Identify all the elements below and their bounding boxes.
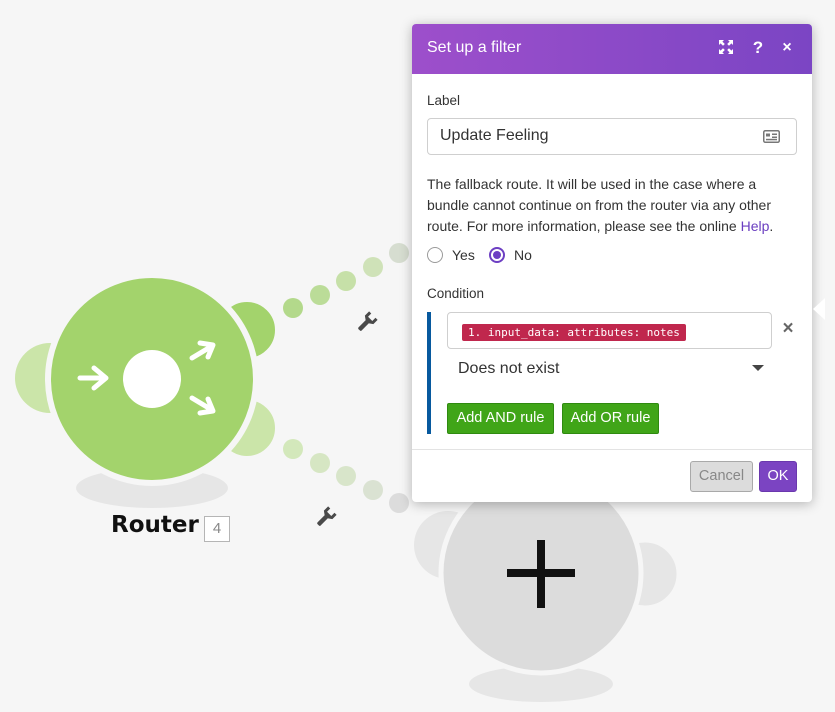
- condition-group-bar: [427, 312, 431, 434]
- route-upper: [283, 243, 409, 318]
- chevron-down-icon: [752, 365, 764, 371]
- route-dot: [336, 271, 356, 291]
- help-link[interactable]: Help: [741, 218, 770, 234]
- condition-operand-field[interactable]: 1. input_data: attributes: notes: [447, 312, 772, 349]
- filter-dialog: Set up a filter ? × Label The fallback r…: [412, 24, 825, 502]
- condition-label: Condition: [427, 286, 485, 301]
- wrench-icon[interactable]: [355, 311, 378, 334]
- route-dot: [310, 453, 330, 473]
- route-lower: [283, 439, 409, 513]
- dialog-footer: Cancel OK: [412, 449, 812, 502]
- route-dot: [336, 466, 356, 486]
- add-or-rule-button[interactable]: Add OR rule: [562, 403, 659, 434]
- label-field[interactable]: [427, 118, 797, 155]
- ok-button[interactable]: OK: [759, 461, 797, 492]
- radio-no[interactable]: No: [489, 246, 549, 264]
- radio-yes-label: Yes: [452, 247, 475, 263]
- router-id-badge: 4: [204, 516, 230, 542]
- add-and-rule-button[interactable]: Add AND rule: [447, 403, 554, 434]
- route-dot: [363, 257, 383, 277]
- route-dot: [283, 298, 303, 318]
- dialog-header: Set up a filter ? ×: [412, 24, 812, 74]
- dialog-pointer: [813, 298, 825, 320]
- radio-yes-circle[interactable]: [427, 247, 443, 263]
- route-dot: [389, 243, 409, 263]
- remove-condition-icon[interactable]: ×: [779, 319, 797, 339]
- operator-value: Does not exist: [458, 360, 560, 377]
- route-dot: [389, 493, 409, 513]
- operand-pill[interactable]: 1. input_data: attributes: notes: [462, 324, 686, 341]
- fallback-description: The fallback route. It will be used in t…: [427, 174, 802, 237]
- label-field-label: Label: [427, 93, 461, 108]
- fallback-description-end: .: [769, 218, 774, 234]
- radio-no-label: No: [514, 247, 532, 263]
- fallback-description-text: The fallback route. It will be used in t…: [427, 176, 771, 234]
- wrench-icon[interactable]: [314, 506, 337, 529]
- operator-select[interactable]: Does not exist: [447, 354, 767, 384]
- route-dot: [283, 439, 303, 459]
- label-input[interactable]: [440, 127, 750, 145]
- cancel-button[interactable]: Cancel: [690, 461, 753, 492]
- router-label: Router: [111, 512, 199, 538]
- radio-yes[interactable]: Yes: [427, 246, 487, 264]
- radio-no-circle[interactable]: [489, 247, 505, 263]
- text-format-icon[interactable]: [763, 130, 780, 143]
- help-icon[interactable]: ?: [748, 38, 768, 58]
- expand-icon[interactable]: [716, 39, 736, 59]
- route-dot: [310, 285, 330, 305]
- route-dot: [363, 480, 383, 500]
- dialog-title: Set up a filter: [427, 39, 522, 56]
- router-hub: [123, 350, 181, 408]
- close-icon[interactable]: ×: [777, 38, 797, 58]
